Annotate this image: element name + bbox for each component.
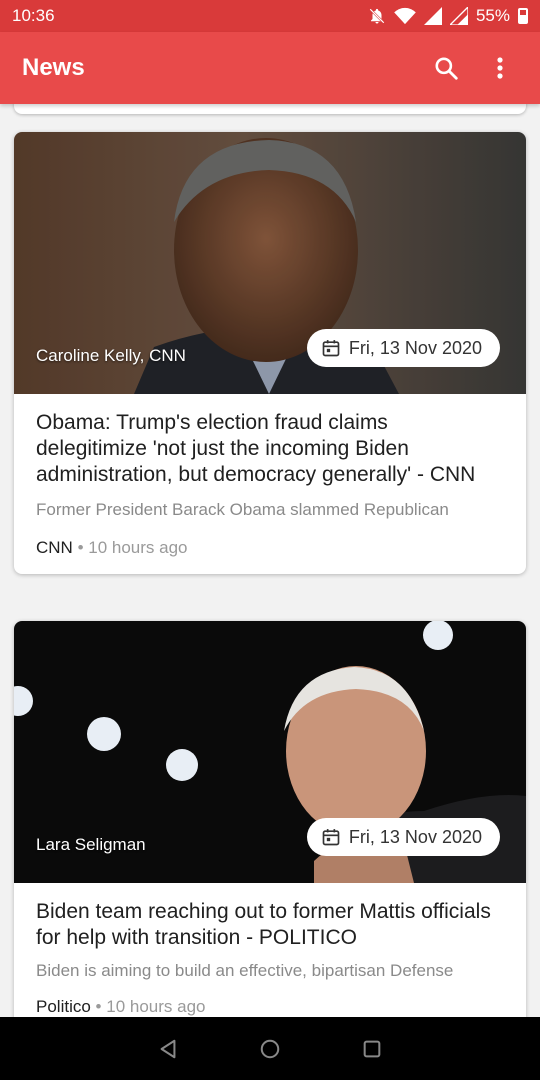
article-card[interactable]: Lara Seligman Fri, 13 Nov 2020 Biden tea… — [14, 621, 526, 1017]
home-icon[interactable] — [259, 1038, 281, 1060]
wifi-icon — [394, 7, 416, 25]
search-icon — [435, 57, 458, 80]
search-button[interactable] — [428, 50, 464, 86]
status-time: 10:36 — [12, 6, 55, 25]
system-nav-bar — [0, 1017, 540, 1080]
signal-icon — [423, 7, 442, 25]
battery-icon — [518, 8, 528, 24]
date-chip: Fri, 13 Nov 2020 — [306, 329, 500, 367]
overflow-menu-button[interactable] — [482, 50, 518, 86]
article-author: Caroline Kelly, CNN — [36, 346, 186, 365]
article-image: Lara Seligman Fri, 13 Nov 2020 — [14, 621, 526, 883]
app-bar: News — [0, 32, 540, 104]
app-title: News — [22, 54, 85, 81]
previous-card[interactable] — [14, 104, 526, 114]
back-icon[interactable] — [157, 1038, 179, 1060]
article-source: CNN — [36, 538, 73, 557]
calendar-icon — [322, 340, 340, 357]
mute-icon — [369, 8, 385, 24]
article-source: Politico — [36, 997, 91, 1016]
article-summary: Former President Barack Obama slammed Re… — [36, 500, 449, 519]
meta-separator: • — [95, 997, 107, 1016]
article-time-ago: 10 hours ago — [106, 997, 206, 1016]
article-headline[interactable]: Biden team reaching out to former Mattis… — [36, 899, 504, 951]
article-headline[interactable]: Obama: Trump's election fraud claims del… — [36, 410, 504, 488]
article-body: Biden team reaching out to former Mattis… — [14, 883, 526, 1017]
more-vert-icon — [497, 57, 503, 79]
calendar-icon — [322, 829, 340, 846]
article-author: Lara Seligman — [36, 835, 146, 854]
article-meta: Politico • 10 hours ago — [36, 997, 504, 1017]
article-image: Caroline Kelly, CNN Fri, 13 Nov 2020 — [14, 132, 526, 394]
meta-separator: • — [77, 538, 89, 557]
article-time-ago: 10 hours ago — [88, 538, 188, 557]
article-card[interactable]: Caroline Kelly, CNN Fri, 13 Nov 2020 Oba… — [14, 132, 526, 574]
status-icons: 55% — [368, 6, 528, 26]
news-feed[interactable]: Caroline Kelly, CNN Fri, 13 Nov 2020 Oba… — [0, 104, 540, 1017]
article-date: Fri, 13 Nov 2020 — [348, 826, 482, 847]
battery-percent: 55% — [475, 6, 510, 25]
signal-roaming-icon — [449, 7, 468, 25]
status-bar: 10:36 55% — [0, 0, 540, 32]
article-summary: Biden is aiming to build an effective, b… — [36, 961, 454, 980]
article-date: Fri, 13 Nov 2020 — [348, 337, 482, 358]
article-body: Obama: Trump's election fraud claims del… — [14, 394, 526, 574]
date-chip: Fri, 13 Nov 2020 — [306, 818, 500, 856]
article-meta: CNN • 10 hours ago — [36, 538, 504, 558]
recents-icon[interactable] — [361, 1038, 383, 1060]
